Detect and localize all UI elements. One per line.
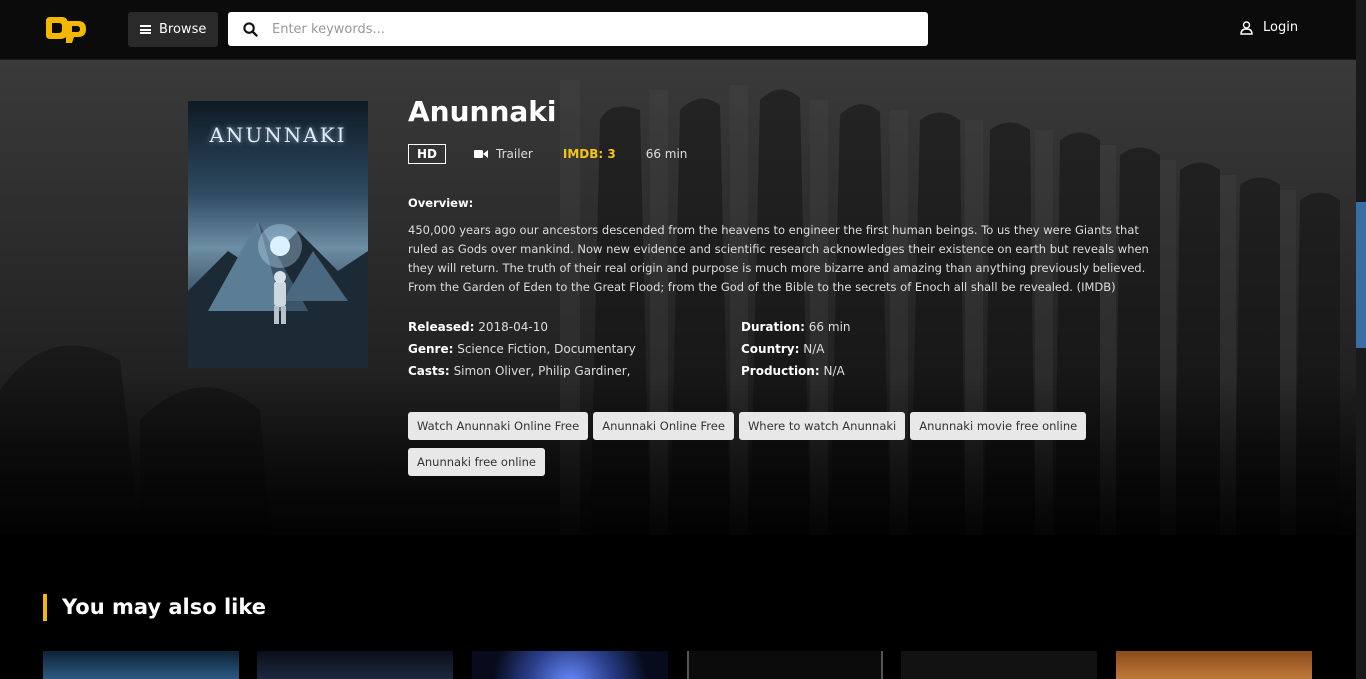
menu-icon [140, 25, 151, 34]
poster-title: ANUNNAKI [209, 123, 347, 147]
overview-label: Overview: [408, 196, 474, 210]
overview-text: 450,000 years ago our ancestors descende… [408, 223, 1149, 294]
imdb-rating: IMDB: 3 [562, 147, 616, 161]
trailer-button[interactable]: Trailer [474, 147, 533, 161]
production-value: N/A [823, 364, 845, 378]
production-row: Production: N/A [741, 360, 851, 382]
country-row: Country: N/A [741, 338, 851, 360]
duration-label: Duration: [741, 320, 805, 334]
movie-title: Anunnaki [408, 95, 557, 128]
tag-list: Watch Anunnaki Online Free Anunnaki Onli… [408, 412, 1148, 476]
casts-row: Casts: Simon Oliver, Philip Gardiner, [408, 360, 636, 382]
recommendation-card[interactable] [257, 651, 453, 679]
movie-poster[interactable]: ANUNNAKI [188, 101, 368, 368]
search-bar [228, 12, 928, 46]
recommendation-card[interactable] [472, 651, 668, 679]
tag-item[interactable]: Watch Anunnaki Online Free [408, 412, 589, 440]
tag-item[interactable]: Where to watch Anunnaki [738, 412, 906, 440]
top-navbar: Browse Login [0, 0, 1356, 60]
duration-row: Duration: 66 min [741, 316, 851, 338]
browse-label: Browse [159, 22, 207, 37]
movie-meta: HD Trailer IMDB: 3 66 min [408, 143, 687, 165]
country-label: Country: [741, 342, 800, 356]
recommendation-card[interactable] [43, 651, 239, 679]
movie-details: Anunnaki HD Trailer IMDB: 3 66 min Overv… [408, 95, 1168, 476]
scrollbar-thumb[interactable] [1356, 202, 1366, 348]
search-input[interactable] [272, 12, 928, 46]
page-scrollbar[interactable] [1356, 0, 1366, 679]
released-row: Released: 2018-04-10 [408, 316, 636, 338]
quality-badge: HD [408, 144, 447, 164]
site-logo[interactable] [42, 13, 90, 47]
casts-label: Casts: [408, 364, 450, 378]
casts-value[interactable]: Simon Oliver, Philip Gardiner, [454, 364, 631, 378]
movie-hero: ANUNNAKI Anunnaki HD Trailer IMDB: 3 66 … [0, 60, 1356, 535]
genre-row: Genre: Science Fiction, Documentary [408, 338, 636, 360]
browse-button[interactable]: Browse [128, 12, 218, 47]
genre-label: Genre: [408, 342, 454, 356]
recommendation-card[interactable] [687, 651, 883, 679]
video-camera-icon [474, 150, 489, 158]
trailer-label: Trailer [496, 147, 533, 161]
genre-value[interactable]: Science Fiction, Documentary [457, 342, 635, 356]
search-icon[interactable] [228, 12, 272, 46]
section-title-also-like: You may also like [43, 594, 266, 621]
country-value: N/A [803, 342, 825, 356]
production-label: Production: [741, 364, 820, 378]
runtime: 66 min [645, 147, 688, 161]
released-value: 2018-04-10 [478, 320, 548, 334]
tag-item[interactable]: Anunnaki free online [408, 448, 545, 476]
login-label: Login [1263, 20, 1299, 35]
login-button[interactable]: Login [1240, 20, 1298, 35]
recommendation-card[interactable] [901, 651, 1097, 679]
released-label: Released: [408, 320, 475, 334]
user-icon [1240, 20, 1253, 35]
recommendation-card[interactable] [1116, 651, 1312, 679]
info-column-right: Duration: 66 min Country: N/A Production… [741, 316, 851, 382]
duration-value: 66 min [808, 320, 851, 334]
tag-item[interactable]: Anunnaki Online Free [593, 412, 734, 440]
recommendation-row [43, 651, 1313, 679]
info-column-left: Released: 2018-04-10 Genre: Science Fict… [408, 316, 636, 382]
tag-item[interactable]: Anunnaki movie free online [910, 412, 1087, 440]
